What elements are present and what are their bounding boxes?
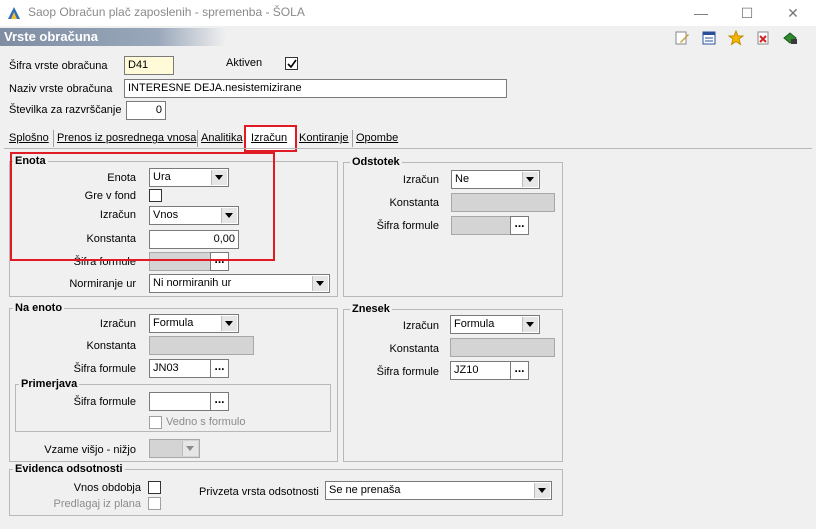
minimize-button[interactable]: — [678, 0, 724, 26]
odstotek-sifra-label: Šifra formule [376, 220, 439, 232]
tab-splosno[interactable]: Splošno [9, 132, 49, 148]
na-enoto-sifra-input[interactable]: JN03 [149, 359, 211, 378]
naziv-label: Naziv vrste obračuna [9, 83, 113, 95]
chevron-down-icon [221, 316, 237, 331]
normiranje-value: Ni normiranih ur [153, 277, 232, 289]
evidenca-title: Evidenca odsotnosti [13, 463, 125, 475]
tab-separator [197, 130, 198, 147]
odstotek-izracun-value: Ne [455, 173, 470, 185]
vedno-label: Vedno s formulo [166, 416, 246, 428]
privzeta-label: Privzeta vrsta odsotnosti [199, 486, 319, 498]
sifra-input[interactable]: D41 [124, 56, 174, 75]
na-enoto-konstanta-label: Konstanta [86, 340, 136, 352]
list-icon[interactable] [701, 30, 717, 46]
na-enoto-konstanta-input[interactable] [149, 336, 254, 355]
delete-icon[interactable] [755, 30, 771, 46]
sifra-label: Šifra vrste obračuna [9, 60, 108, 72]
aktiven-checkbox[interactable] [285, 57, 298, 70]
window-title: Saop Obračun plač zaposlenih - spremenba… [28, 5, 305, 19]
znesek-sifra-input[interactable]: JZ10 [450, 361, 512, 380]
na-enoto-sifra-browse-button[interactable]: ... [210, 359, 229, 378]
tab-separator [352, 130, 353, 147]
vzame-label: Vzame višjo - nižjo [44, 444, 136, 456]
znesek-konstanta-input[interactable] [450, 338, 555, 357]
odstotek-izracun-select[interactable]: Ne [451, 170, 540, 189]
tab-analitika[interactable]: Analitika [201, 132, 243, 148]
checkmark-icon [287, 59, 297, 69]
vedno-checkbox[interactable] [149, 416, 162, 429]
privzeta-select[interactable]: Se ne prenaša [325, 481, 552, 500]
chevron-down-icon [522, 172, 538, 187]
znesek-konstanta-label: Konstanta [389, 343, 439, 355]
stevilka-input[interactable]: 0 [126, 101, 166, 120]
vnos-checkbox[interactable] [148, 481, 161, 494]
tab-opombe[interactable]: Opombe [356, 132, 398, 148]
naziv-input[interactable]: INTERESNE DEJA.nesistemizirane [124, 79, 507, 98]
maximize-button[interactable]: ☐ [724, 0, 770, 26]
na-enoto-izracun-value: Formula [153, 317, 194, 329]
edit-icon[interactable] [674, 30, 690, 46]
odstotek-izracun-label: Izračun [402, 174, 439, 186]
vnos-label: Vnos obdobja [73, 482, 141, 494]
normiranje-label: Normiranje ur [69, 278, 136, 290]
star-icon[interactable] [728, 30, 744, 46]
odstotek-konstanta-label: Konstanta [389, 197, 439, 209]
chevron-down-icon [312, 276, 328, 291]
primerjava-sifra-label: Šifra formule [73, 396, 136, 408]
module-title: Vrste obračuna [4, 29, 98, 44]
aktiven-label: Aktiven [226, 57, 263, 69]
znesek-title: Znesek [350, 303, 392, 315]
odstotek-konstanta-input[interactable] [451, 193, 555, 212]
close-button[interactable]: ✕ [770, 0, 816, 26]
na-enoto-sifra-label: Šifra formule [73, 363, 136, 375]
module-title-bar: Vrste obračuna [0, 28, 226, 46]
primerjava-sifra-browse-button[interactable]: ... [210, 392, 229, 411]
predlagaj-checkbox[interactable] [148, 497, 161, 510]
na-enoto-izracun-label: Izračun [99, 318, 136, 330]
znesek-izracun-select[interactable]: Formula [450, 315, 540, 334]
znesek-izracun-label: Izračun [402, 320, 439, 332]
exit-icon[interactable] [782, 30, 798, 46]
chevron-down-icon [182, 441, 198, 456]
odstotek-sifra-browse-button[interactable]: ... [510, 216, 529, 235]
znesek-izracun-value: Formula [454, 318, 495, 330]
predlagaj-label: Predlagaj iz plana [53, 498, 141, 510]
vzame-select[interactable] [149, 439, 200, 458]
normiranje-select[interactable]: Ni normiranih ur [149, 274, 330, 293]
na-enoto-title: Na enoto [13, 302, 65, 314]
odstotek-sifra-input[interactable] [451, 216, 513, 235]
na-enoto-izracun-select[interactable]: Formula [149, 314, 239, 333]
znesek-sifra-label: Šifra formule [376, 366, 439, 378]
primerjava-sifra-input[interactable] [149, 392, 211, 411]
tab-prenos[interactable]: Prenos iz posrednega vnosa [57, 132, 196, 148]
chevron-down-icon [522, 317, 538, 332]
privzeta-value: Se ne prenaša [329, 484, 401, 496]
tab-baseline [4, 148, 812, 149]
app-icon [8, 7, 20, 19]
znesek-sifra-browse-button[interactable]: ... [510, 361, 529, 380]
stevilka-label: Številka za razvrščanje [9, 104, 122, 116]
tab-kontiranje[interactable]: Kontiranje [299, 132, 349, 148]
odstotek-title: Odstotek [350, 156, 402, 168]
primerjava-title: Primerjava [19, 378, 80, 390]
tab-separator [53, 130, 54, 147]
chevron-down-icon [534, 483, 550, 498]
enota-highlight-box [10, 152, 275, 261]
